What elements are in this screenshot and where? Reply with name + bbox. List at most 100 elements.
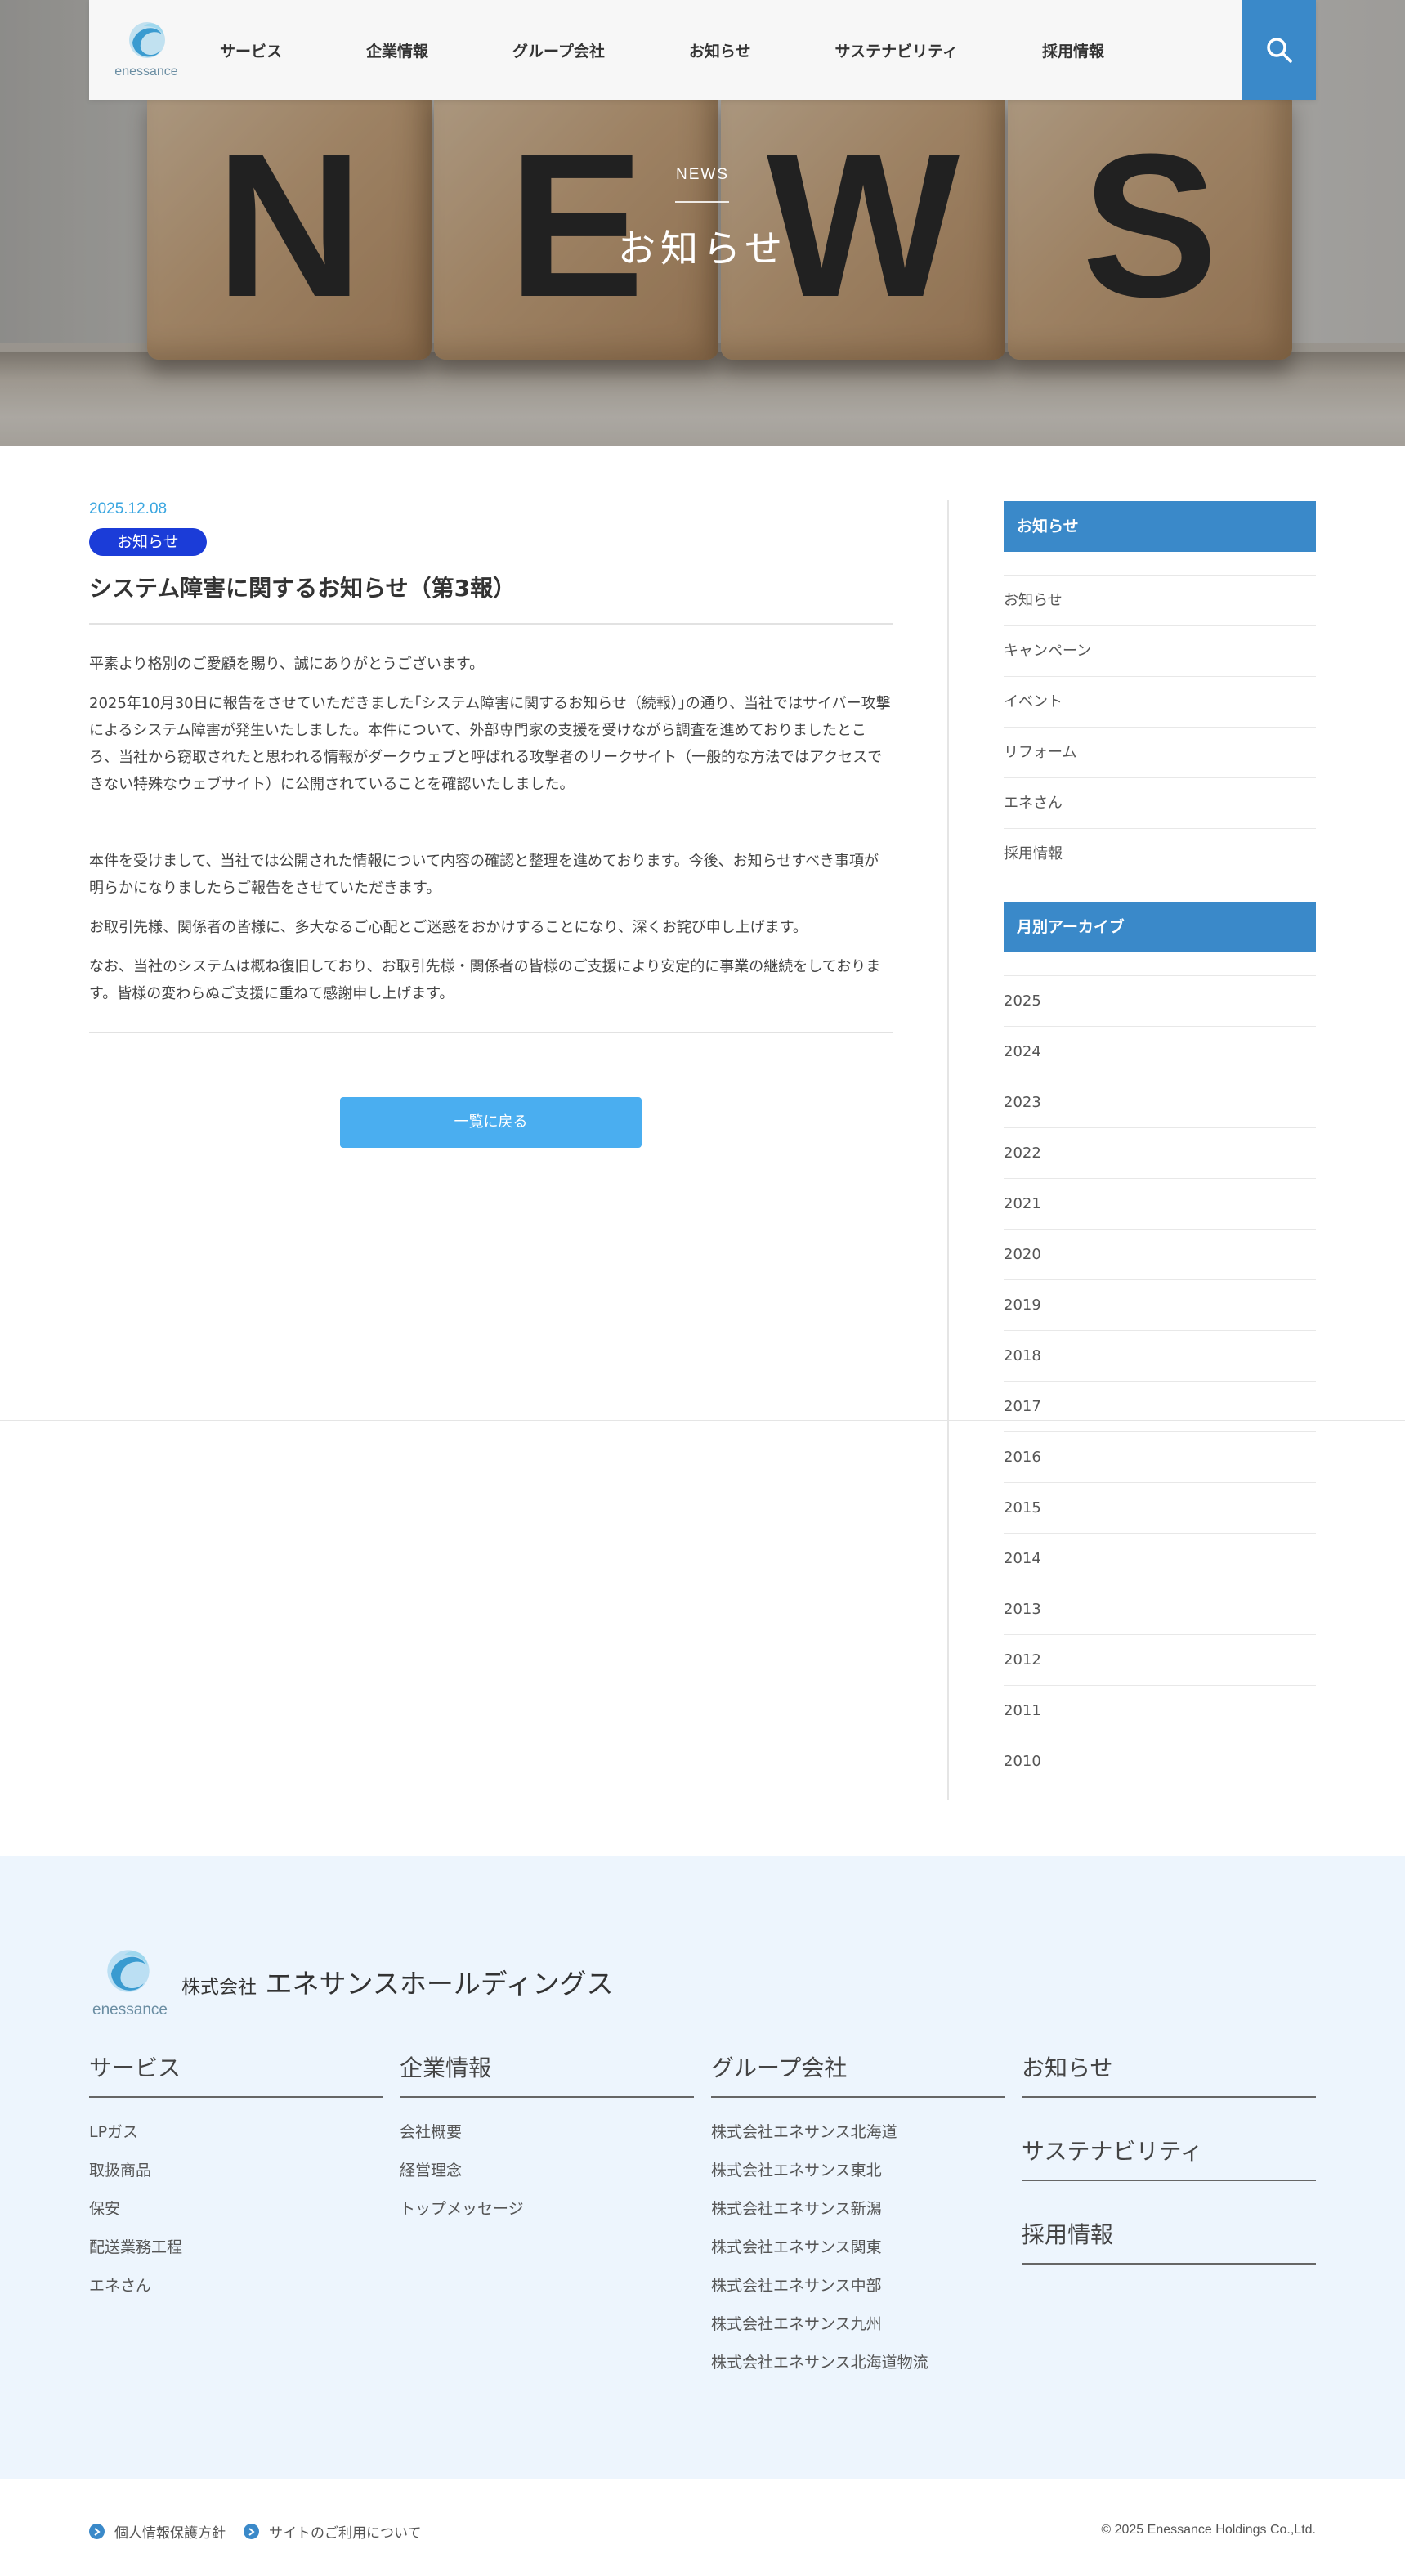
archive-year-item[interactable]: 2019 (1004, 1279, 1316, 1330)
sidebar-category-item[interactable]: エネさん (1004, 777, 1316, 828)
logo-wordmark: enessance (114, 65, 178, 78)
footer-link[interactable]: 株式会社エネサンス北海道物流 (711, 2351, 1005, 2390)
footer-link[interactable]: 株式会社エネサンス九州 (711, 2313, 1005, 2351)
sidebar-category-item[interactable]: イベント (1004, 676, 1316, 727)
footer-logo-mark-icon (107, 1950, 150, 1992)
sidebar-archive-list: 2025 2024 2023 2022 2021 2020 2019 2018 … (1004, 975, 1316, 1786)
footer-link-list: 会社概要 経営理念 トップメッセージ (400, 2121, 694, 2236)
footer-link[interactable]: 配送業務工程 (89, 2236, 383, 2274)
article-paragraph: お取引先様、関係者の皆様に、多大なるご心配とご迷惑をおかけすることになり、深くお… (89, 919, 808, 936)
column-divider (947, 500, 949, 1800)
archive-year-item[interactable]: 2010 (1004, 1736, 1316, 1786)
footer-link[interactable]: 株式会社エネサンス北海道 (711, 2121, 1005, 2159)
back-to-list-button[interactable]: 一覧に戻る (340, 1097, 642, 1148)
company-prefix: 株式会社 (181, 1977, 257, 1998)
sidebar-category-title: お知らせ (1004, 501, 1316, 552)
footer-link[interactable]: 経営理念 (400, 2159, 694, 2197)
footer-link[interactable]: LPガス (89, 2121, 383, 2159)
footer-link[interactable]: 保安 (89, 2197, 383, 2236)
footer-logo[interactable]: enessance (89, 1944, 179, 2018)
footer-link-news[interactable]: お知らせ (1022, 2050, 1316, 2098)
article-body: 平素より格別のご愛顧を賜り、誠にありがとうございます。 2025年10月30日に… (89, 651, 893, 1007)
article-title: システム障害に関するお知らせ（第3報） (89, 575, 517, 602)
footer-link[interactable]: 取扱商品 (89, 2159, 383, 2197)
category-badge: お知らせ (89, 528, 207, 556)
sidebar-category-item[interactable]: キャンペーン (1004, 625, 1316, 676)
page-title: お知らせ (617, 226, 788, 271)
footer-link-sustainability[interactable]: サステナビリティ (1022, 2134, 1316, 2181)
article-paragraph: なお、当社のシステムは概ね復旧しており、お取引先様・関係者の皆様のご支援により安… (89, 958, 881, 1002)
archive-year-item[interactable]: 2012 (1004, 1634, 1316, 1685)
footer-column-title[interactable]: グループ会社 (711, 2050, 1005, 2098)
article-paragraph: 本件を受けまして、当社では公開された情報について内容の確認と整理を進めております… (89, 853, 879, 897)
footer-column-title[interactable]: サービス (89, 2050, 383, 2098)
footer-column-service: サービス LPガス 取扱商品 保安 配送業務工程 エネさん (89, 2050, 383, 2313)
main-nav: サービス 企業情報 グループ会社 お知らせ サステナビリティ 採用情報 (220, 0, 1104, 100)
nav-item-sustainability[interactable]: サステナビリティ (835, 39, 958, 61)
copyright-text: © 2025 Enessance Holdings Co.,Ltd. (1101, 2523, 1316, 2537)
archive-year-item[interactable]: 2020 (1004, 1229, 1316, 1279)
site-footer: enessance 株式会社 エネサンスホールディングス サービス LPガス 取… (0, 1856, 1405, 2479)
footer-link[interactable]: トップメッセージ (400, 2197, 694, 2236)
footer-column-group: グループ会社 株式会社エネサンス北海道 株式会社エネサンス東北 株式会社エネサン… (711, 2050, 1005, 2390)
nav-item-service[interactable]: サービス (220, 39, 282, 61)
sidebar-category-list: お知らせ キャンペーン イベント リフォーム エネさん 採用情報 (1004, 575, 1316, 879)
sidebar-archive-title: 月別アーカイブ (1004, 902, 1316, 952)
archive-year-item[interactable]: 2015 (1004, 1482, 1316, 1533)
nav-item-recruit[interactable]: 採用情報 (1042, 39, 1104, 61)
nav-item-group[interactable]: グループ会社 (512, 39, 605, 61)
archive-year-item[interactable]: 2021 (1004, 1178, 1316, 1229)
site-terms-label: サイトのご利用について (269, 2525, 422, 2542)
archive-year-item[interactable]: 2011 (1004, 1685, 1316, 1736)
privacy-policy-label: 個人情報保護方針 (114, 2525, 226, 2542)
footer-column-links: お知らせ サステナビリティ 採用情報 (1022, 2050, 1316, 2300)
footer-link[interactable]: 株式会社エネサンス中部 (711, 2274, 1005, 2313)
article-paragraph: 平素より格別のご愛顧を賜り、誠にありがとうございます。 (89, 656, 485, 673)
chevron-right-icon (89, 2524, 105, 2539)
footer-link[interactable]: 株式会社エネサンス東北 (711, 2159, 1005, 2197)
site-header: enessance サービス 企業情報 グループ会社 お知らせ サステナビリティ… (89, 0, 1316, 100)
archive-year-item[interactable]: 2022 (1004, 1127, 1316, 1178)
article-paragraph: 2025年10月30日に報告をさせていただきました｢システム障害に関するお知らせ… (89, 695, 891, 793)
archive-year-item[interactable]: 2024 (1004, 1026, 1316, 1077)
nav-item-news[interactable]: お知らせ (689, 39, 751, 61)
footer-link[interactable]: 株式会社エネサンス関東 (711, 2236, 1005, 2274)
sidebar-category-item[interactable]: 採用情報 (1004, 828, 1316, 879)
archive-year-item[interactable]: 2023 (1004, 1077, 1316, 1127)
archive-year-item[interactable]: 2018 (1004, 1330, 1316, 1381)
hero-label-en: NEWS (676, 166, 729, 183)
footer-bottom-bar: 個人情報保護方針 サイトのご利用について © 2025 Enessance Ho… (0, 2479, 1405, 2576)
search-icon (1267, 38, 1292, 63)
sidebar-category-item[interactable]: リフォーム (1004, 727, 1316, 777)
chevron-right-icon (244, 2524, 259, 2539)
search-button[interactable] (1242, 0, 1316, 100)
footer-link[interactable]: エネさん (89, 2274, 383, 2313)
sidebar-category-item[interactable]: お知らせ (1004, 575, 1316, 625)
hero-label-divider (675, 201, 729, 203)
sidebar: お知らせ お知らせ キャンペーン イベント リフォーム エネさん 採用情報 月別… (1004, 501, 1316, 1786)
archive-year-item[interactable]: 2016 (1004, 1431, 1316, 1482)
archive-year-item[interactable]: 2025 (1004, 975, 1316, 1026)
site-terms-link[interactable]: サイトのご利用について (244, 2521, 422, 2542)
footer-company-name: 株式会社 エネサンスホールディングス (181, 1962, 614, 2001)
footer-logo-wordmark: enessance (92, 2001, 168, 2018)
nav-item-company[interactable]: 企業情報 (366, 39, 428, 61)
footer-link[interactable]: 会社概要 (400, 2121, 694, 2159)
site-logo[interactable]: enessance (110, 18, 183, 83)
footer-link-list: LPガス 取扱商品 保安 配送業務工程 エネさん (89, 2121, 383, 2313)
archive-year-item[interactable]: 2013 (1004, 1584, 1316, 1634)
news-article: 2025.12.08 お知らせ システム障害に関するお知らせ（第3報） 平素より… (89, 500, 893, 1148)
footer-link-list: 株式会社エネサンス北海道 株式会社エネサンス東北 株式会社エネサンス新潟 株式会… (711, 2121, 1005, 2390)
archive-year-item[interactable]: 2014 (1004, 1533, 1316, 1584)
footer-column-company: 企業情報 会社概要 経営理念 トップメッセージ (400, 2050, 694, 2236)
title-divider (89, 623, 893, 625)
footer-link[interactable]: 株式会社エネサンス新潟 (711, 2197, 1005, 2236)
logo-mark-icon (129, 22, 165, 58)
privacy-policy-link[interactable]: 個人情報保護方針 (89, 2521, 226, 2542)
company-name: エネサンスホールディングス (265, 1968, 614, 2000)
body-divider (89, 1032, 893, 1033)
footer-link-recruit[interactable]: 採用情報 (1022, 2217, 1316, 2265)
archive-year-item[interactable]: 2017 (1004, 1381, 1316, 1431)
footer-column-title[interactable]: 企業情報 (400, 2050, 694, 2098)
